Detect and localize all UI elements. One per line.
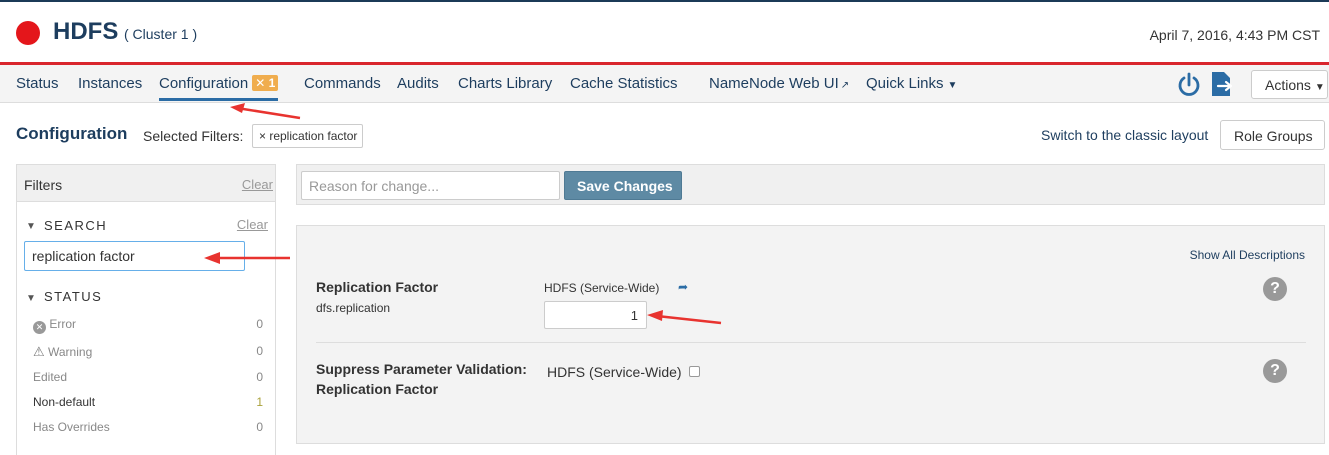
property-name-line2: Replication Factor [316, 381, 439, 397]
power-icon[interactable] [1176, 72, 1202, 98]
classic-layout-link[interactable]: Switch to the classic layout [1041, 127, 1208, 143]
chevron-down-icon[interactable]: ▼ [26, 293, 36, 304]
help-icon[interactable]: ? [1263, 277, 1287, 301]
service-status-icon [16, 21, 40, 45]
caret-down-icon: ▼ [1314, 82, 1325, 93]
property-name: Replication Factor [316, 279, 439, 295]
status-heading[interactable]: STATUS [44, 289, 102, 304]
filters-sidebar: Filters Clear ▼ SEARCH Clear ▼ STATUS ✕ … [16, 164, 276, 455]
service-nav: Status Instances Configuration ✕ 1 Comman… [0, 65, 1329, 103]
tab-instances[interactable]: Instances [78, 75, 142, 92]
status-filter-edited[interactable]: Edited 0 [33, 370, 263, 384]
status-count: 1 [256, 395, 263, 409]
filter-search-input[interactable] [24, 241, 245, 271]
search-heading[interactable]: SEARCH [44, 218, 107, 233]
actions-label: Actions [1265, 77, 1311, 93]
save-changes-button[interactable]: Save Changes [564, 171, 682, 200]
warning-icon: ⚠ [33, 344, 45, 359]
page-title: Configuration [16, 124, 128, 143]
property-scope: HDFS (Service-Wide) [544, 281, 660, 295]
cluster-link[interactable]: ( Cluster 1 ) [124, 26, 197, 42]
status-filter-error[interactable]: ✕ Error 0 [33, 317, 263, 334]
status-count: 0 [256, 344, 263, 358]
config-properties-panel: Show All Descriptions Replication Factor… [296, 225, 1325, 444]
error-icon: ✕ [33, 321, 46, 334]
filter-chip-replication-factor[interactable]: × replication factor [252, 124, 363, 148]
timestamp[interactable]: April 7, 2016, 4:43 PM CST [1150, 27, 1320, 43]
property-key: dfs.replication [316, 301, 391, 315]
chevron-down-icon[interactable]: ▼ [26, 221, 36, 232]
status-count: 0 [256, 370, 263, 384]
caret-down-icon: ▼ [947, 80, 958, 91]
replication-factor-input[interactable] [544, 301, 647, 329]
tab-status[interactable]: Status [16, 75, 59, 92]
show-all-descriptions-link[interactable]: Show All Descriptions [1190, 248, 1305, 262]
status-filter-non-default[interactable]: Non-default 1 [33, 395, 263, 409]
status-label: Warning [48, 345, 93, 359]
tab-configuration[interactable]: Configuration ✕ 1 [159, 75, 279, 101]
status-filter-has-overrides[interactable]: Has Overrides 0 [33, 420, 263, 434]
status-label: Has Overrides [33, 420, 110, 434]
status-count: 0 [256, 420, 263, 434]
external-link-icon: ↗ [840, 80, 850, 91]
status-count: 0 [256, 317, 263, 331]
tab-configuration-label: Configuration [159, 75, 249, 92]
filters-title: Filters [24, 177, 63, 193]
role-groups-button[interactable]: Role Groups [1220, 120, 1325, 150]
tab-commands[interactable]: Commands [304, 75, 381, 92]
annotation-arrow-config-tab [230, 103, 301, 120]
status-label: Error [49, 317, 77, 331]
badge-count: 1 [268, 76, 276, 90]
filters-header: Filters Clear [17, 165, 275, 202]
change-reason-bar: Save Changes [296, 164, 1325, 205]
help-icon[interactable]: ? [1263, 359, 1287, 383]
wrench-icon: ✕ [255, 76, 266, 90]
service-header: HDFS ( Cluster 1 ) April 7, 2016, 4:43 P… [0, 2, 1329, 62]
property-scope: HDFS (Service-Wide) [547, 364, 682, 380]
actions-dropdown[interactable]: Actions ▼ [1251, 70, 1328, 99]
quick-links-label: Quick Links [866, 75, 944, 92]
reason-for-change-input[interactable] [301, 171, 560, 200]
suppress-validation-checkbox[interactable] [689, 366, 700, 377]
tab-audits[interactable]: Audits [397, 75, 439, 92]
revert-icon[interactable]: ➦ [678, 280, 688, 294]
export-icon[interactable] [1210, 70, 1234, 98]
tab-namenode-web-ui[interactable]: NameNode Web UI ↗ [709, 75, 849, 92]
status-filter-warning[interactable]: ⚠ Warning 0 [33, 344, 263, 360]
status-label: Non-default [33, 395, 96, 409]
namenode-web-ui-label: NameNode Web UI [709, 75, 839, 92]
quick-links-dropdown[interactable]: Quick Links ▼ [866, 75, 957, 92]
service-title[interactable]: HDFS [53, 18, 118, 46]
filters-clear-link[interactable]: Clear [242, 177, 273, 192]
search-clear-link[interactable]: Clear [237, 217, 268, 232]
selected-filters-label: Selected Filters: [143, 128, 244, 144]
row-divider [316, 342, 1306, 343]
property-name-line1: Suppress Parameter Validation: [316, 361, 527, 377]
tab-charts-library[interactable]: Charts Library [458, 75, 552, 92]
config-issues-badge: ✕ 1 [252, 75, 279, 91]
status-label: Edited [33, 370, 68, 384]
tab-cache-statistics[interactable]: Cache Statistics [570, 75, 678, 92]
